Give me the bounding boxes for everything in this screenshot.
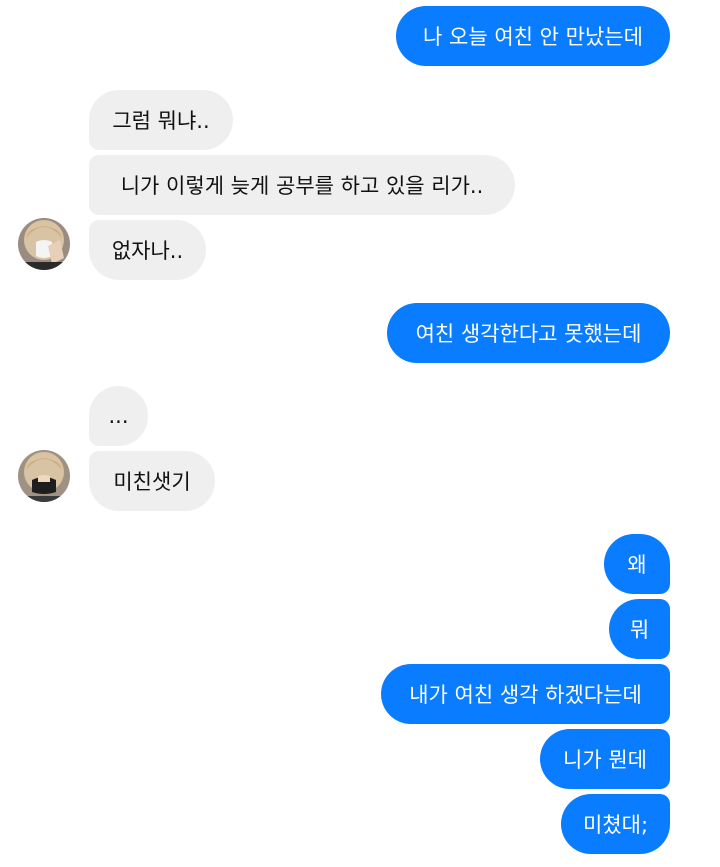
message-bubble-outgoing[interactable]: 뭐: [609, 599, 670, 659]
message-bubble-incoming[interactable]: ...: [89, 386, 148, 446]
message-text: 미쳤대;: [582, 813, 649, 837]
message-text: 여친 생각한다고 못했는데: [415, 322, 642, 346]
message-bubble-incoming[interactable]: 니가 이렇게 늦게 공부를 하고 있을 리가..: [89, 155, 515, 215]
message-text: 나 오늘 여친 안 만났는데: [423, 25, 643, 49]
contact-avatar[interactable]: [18, 450, 70, 502]
message-bubble-outgoing[interactable]: 나 오늘 여친 안 만났는데: [396, 6, 670, 66]
message-text: 니가 뭔데: [563, 748, 647, 772]
message-text: 미친샛기: [113, 470, 191, 494]
profile-photo-icon: [18, 218, 70, 270]
profile-photo-icon: [18, 450, 70, 502]
message-text: 내가 여친 생각 하겠다는데: [409, 683, 642, 707]
contact-avatar[interactable]: [18, 218, 70, 270]
message-text: 왜: [627, 553, 647, 577]
message-bubble-incoming[interactable]: 없자나..: [89, 220, 206, 280]
message-text: 그럼 뭐냐..: [112, 109, 210, 133]
message-bubble-outgoing[interactable]: 니가 뭔데: [540, 729, 670, 789]
message-bubble-outgoing[interactable]: 여친 생각한다고 못했는데: [387, 303, 670, 363]
message-text: 니가 이렇게 늦게 공부를 하고 있을 리가..: [120, 174, 484, 198]
message-text: 없자나..: [111, 239, 184, 263]
message-bubble-outgoing[interactable]: 미쳤대;: [561, 794, 670, 854]
message-bubble-outgoing[interactable]: 왜: [604, 534, 670, 594]
message-text: ...: [108, 404, 129, 428]
message-text: 뭐: [629, 618, 650, 642]
message-bubble-outgoing[interactable]: 내가 여친 생각 하겠다는데: [381, 664, 670, 724]
message-bubble-incoming[interactable]: 그럼 뭐냐..: [89, 90, 233, 150]
message-bubble-incoming[interactable]: 미친샛기: [89, 451, 215, 511]
